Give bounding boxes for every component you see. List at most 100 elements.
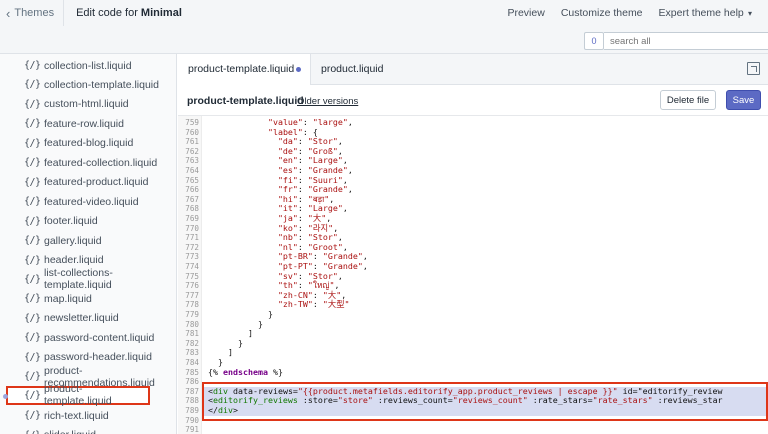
tab-label: product.liquid (321, 63, 384, 75)
sidebar-file-item[interactable]: {/} featured-video.liquid (0, 192, 176, 211)
line-number: 782 (185, 338, 199, 348)
file-label: newsletter.liquid (44, 312, 119, 325)
line-number: 762 (185, 146, 199, 156)
code-area[interactable]: 759 "value": "large", 760 "label": {761 "… (178, 115, 768, 434)
file-label: map.liquid (44, 292, 92, 305)
line-number: 790 (185, 415, 199, 425)
title-prefix: Edit code for (76, 7, 141, 19)
liquid-file-icon: {/} (24, 389, 41, 401)
file-label: slider.liquid (44, 429, 96, 434)
line-number: 783 (185, 348, 199, 358)
search-count-badge: 0 (584, 32, 604, 50)
liquid-file-icon: {/} (24, 235, 41, 247)
liquid-file-icon: {/} (24, 293, 41, 305)
sidebar-file-item[interactable]: {/} featured-blog.liquid (0, 134, 176, 153)
file-header: product-template.liquid Older versions D… (178, 85, 768, 115)
liquid-file-icon: {/} (24, 98, 41, 110)
line-number: 777 (185, 290, 199, 300)
expand-icon[interactable] (747, 62, 760, 75)
liquid-file-icon: {/} (24, 137, 41, 149)
sidebar-file-item[interactable]: {/} newsletter.liquid (0, 309, 176, 328)
line-number: 760 (185, 127, 199, 137)
line-number: 785 (185, 367, 199, 377)
liquid-file-icon: {/} (24, 215, 41, 227)
file-label: feature-row.liquid (44, 117, 124, 130)
sidebar-file-item[interactable]: {/} featured-collection.liquid (0, 153, 176, 172)
editor-tabs: product-template.liquid product.liquid (178, 54, 768, 86)
back-label: Themes (14, 7, 55, 19)
older-versions-link[interactable]: Older versions (297, 96, 358, 107)
sidebar-file-item[interactable]: {/} rich-text.liquid (0, 406, 176, 425)
liquid-file-icon: {/} (24, 273, 41, 285)
file-label: gallery.liquid (44, 234, 102, 247)
line-number: 770 (185, 223, 199, 233)
file-name: product-template.liquid (187, 95, 304, 107)
customize-theme-link[interactable]: Customize theme (561, 7, 643, 19)
sidebar-file-item[interactable]: {/} list-collections-template.liquid (0, 267, 176, 291)
line-number: 764 (185, 166, 199, 175)
sidebar-file-item[interactable]: {/} password-content.liquid (0, 328, 176, 347)
liquid-file-icon: {/} (24, 79, 41, 91)
file-label: password-content.liquid (44, 331, 155, 344)
liquid-file-icon: {/} (24, 157, 41, 169)
line-number: 788 (185, 396, 199, 406)
line-number: 778 (185, 300, 199, 310)
sidebar-file-item[interactable]: {/} product-template.liquid (3, 383, 150, 408)
sidebar-file-item[interactable]: {/} collection-template.liquid (0, 75, 176, 94)
file-label: header.liquid (44, 254, 104, 266)
back-to-themes-link[interactable]: ‹ Themes (6, 6, 54, 21)
file-label: collection-list.liquid (44, 59, 132, 72)
file-label: custom-html.liquid (44, 98, 129, 111)
line-number: 763 (185, 156, 199, 166)
tab-product[interactable]: product.liquid (311, 54, 461, 85)
liquid-file-icon: {/} (24, 371, 41, 383)
liquid-file-icon: {/} (24, 332, 41, 344)
divider (63, 0, 65, 26)
sidebar-file-item[interactable]: {/} custom-html.liquid (0, 95, 176, 114)
sidebar-file-item[interactable]: {/} featured-product.liquid (0, 173, 176, 192)
liquid-file-icon: {/} (24, 118, 41, 130)
line-number: 779 (185, 310, 199, 319)
save-button[interactable]: Save (726, 90, 761, 110)
line-number: 775 (185, 271, 199, 281)
sidebar-file-item[interactable]: {/} collection-list.liquid (0, 56, 176, 75)
sidebar-file-item[interactable]: {/} map.liquid (0, 289, 176, 308)
file-label: footer.liquid (44, 215, 98, 228)
line-number: 789 (185, 406, 199, 415)
file-label: rich-text.liquid (44, 409, 109, 422)
line-number: 786 (185, 377, 199, 387)
unsaved-dot-icon (296, 67, 301, 72)
line-number: 791 (185, 425, 199, 434)
expert-help-link[interactable]: Expert theme help ▾ (659, 7, 752, 19)
sidebar-file-item[interactable]: {/} gallery.liquid (0, 231, 176, 250)
line-number: 768 (185, 204, 199, 214)
liquid-file-icon: {/} (24, 196, 41, 208)
preview-link[interactable]: Preview (507, 7, 544, 19)
page-title: Edit code for Minimal (76, 7, 182, 19)
search-input[interactable] (604, 32, 768, 50)
tab-product-template[interactable]: product-template.liquid (178, 54, 311, 86)
file-label: product-template.liquid (44, 383, 112, 408)
line-number: 767 (185, 194, 199, 204)
chevron-left-icon: ‹ (6, 5, 11, 21)
active-dot-icon (3, 393, 8, 399)
file-label: featured-video.liquid (44, 195, 139, 208)
line-number: 769 (185, 214, 199, 223)
line-number: 772 (185, 242, 199, 252)
liquid-file-icon: {/} (24, 410, 41, 422)
line-number: 761 (185, 137, 199, 147)
sidebar-file-item[interactable]: {/} footer.liquid (0, 212, 176, 231)
highlight-annotation-box (202, 382, 768, 421)
top-bar: ‹ Themes Edit code for Minimal Preview C… (0, 0, 768, 26)
sidebar-file-item[interactable]: {/} feature-row.liquid (0, 114, 176, 133)
theme-name: Minimal (140, 7, 182, 19)
line-number: 765 (185, 175, 199, 185)
file-label: featured-product.liquid (44, 176, 149, 189)
caret-down-icon: ▾ (745, 9, 752, 18)
line-number: 780 (185, 319, 199, 329)
delete-file-button[interactable]: Delete file (660, 90, 716, 110)
line-number: 773 (185, 252, 199, 262)
code-editor: product-template.liquid product.liquid p… (178, 54, 768, 434)
sidebar-file-item[interactable]: {/}slider.liquid (0, 426, 176, 434)
line-number: 771 (185, 233, 199, 243)
